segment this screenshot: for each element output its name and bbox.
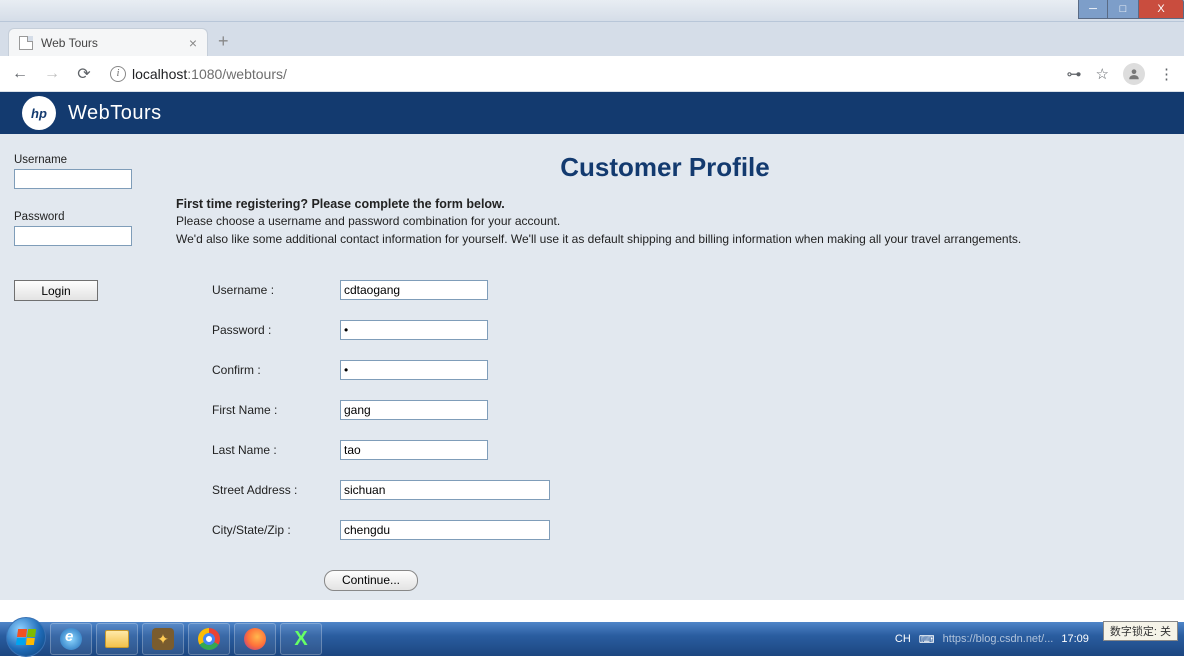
- taskbar-clock[interactable]: 17:09: [1061, 633, 1089, 645]
- confirm-label: Confirm :: [212, 363, 340, 377]
- bookmark-star-icon[interactable]: ☆: [1096, 65, 1109, 83]
- main-panel: Customer Profile First time registering?…: [170, 134, 1184, 600]
- username-input[interactable]: [340, 280, 488, 300]
- browser-toolbar: ← → ⟳ i localhost:1080/webtours/ ⊶ ☆ ⋮: [0, 56, 1184, 92]
- sidebar-username-label: Username: [14, 154, 158, 166]
- browser-tabstrip: Web Tours × +: [0, 22, 1184, 56]
- page-title: Customer Profile: [176, 152, 1154, 183]
- windows-logo-icon: [16, 629, 36, 645]
- sidebar-username-input[interactable]: [14, 169, 132, 189]
- brand-header: hp WebTours: [0, 92, 1184, 134]
- browser-menu-icon[interactable]: ⋮: [1159, 65, 1174, 83]
- windows-taskbar: ✦ X CH ⌨ https://blog.csdn.net/... 17:09…: [0, 622, 1184, 656]
- site-info-icon[interactable]: i: [110, 66, 126, 82]
- page-icon: [19, 36, 33, 50]
- street-label: Street Address :: [212, 483, 340, 497]
- city-input[interactable]: [340, 520, 550, 540]
- taskbar-firefox-icon[interactable]: [234, 623, 276, 655]
- continue-button[interactable]: Continue...: [324, 570, 418, 591]
- profile-avatar-icon[interactable]: [1123, 63, 1145, 85]
- page-body: hp WebTours Username Password Login Cust…: [0, 92, 1184, 600]
- language-indicator[interactable]: CH: [895, 633, 911, 645]
- sidebar-password-label: Password: [14, 211, 158, 223]
- new-tab-button[interactable]: +: [208, 31, 239, 56]
- nav-back-button[interactable]: ←: [10, 65, 30, 83]
- window-close-button[interactable]: X: [1138, 0, 1184, 19]
- city-label: City/State/Zip :: [212, 523, 340, 537]
- browser-tab[interactable]: Web Tours ×: [8, 28, 208, 56]
- lastname-input[interactable]: [340, 440, 488, 460]
- tab-close-icon[interactable]: ×: [189, 35, 197, 51]
- profile-form: Username : Password : Confirm : First Na…: [176, 270, 1154, 591]
- username-label: Username :: [212, 283, 340, 297]
- confirm-password-input[interactable]: [340, 360, 488, 380]
- window-titlebar: ─ □ X: [0, 0, 1184, 22]
- firstname-input[interactable]: [340, 400, 488, 420]
- taskbar-explorer-icon[interactable]: [96, 623, 138, 655]
- login-button[interactable]: Login: [14, 280, 98, 301]
- url-path: :1080/webtours/: [187, 66, 287, 82]
- window-maximize-button[interactable]: □: [1108, 0, 1138, 19]
- system-tray: CH ⌨ https://blog.csdn.net/... 17:09 数字锁…: [895, 629, 1178, 649]
- brand-title: WebTours: [68, 102, 162, 125]
- password-input[interactable]: [340, 320, 488, 340]
- key-icon[interactable]: ⊶: [1067, 65, 1082, 83]
- street-input[interactable]: [340, 480, 550, 500]
- url-host: localhost: [132, 66, 187, 82]
- intro-text: First time registering? Please complete …: [176, 195, 1154, 248]
- lastname-label: Last Name :: [212, 443, 340, 457]
- window-minimize-button[interactable]: ─: [1078, 0, 1108, 19]
- firstname-label: First Name :: [212, 403, 340, 417]
- tray-keyboard-icon[interactable]: ⌨: [919, 633, 935, 646]
- start-button[interactable]: [6, 617, 46, 657]
- watermark-text: https://blog.csdn.net/...: [943, 633, 1054, 645]
- login-sidebar: Username Password Login: [0, 134, 170, 600]
- sidebar-password-input[interactable]: [14, 226, 132, 246]
- taskbar-xshell-icon[interactable]: X: [280, 623, 322, 655]
- taskbar-chrome-icon[interactable]: [188, 623, 230, 655]
- numlock-indicator: 数字锁定: 关: [1103, 621, 1178, 641]
- taskbar-ie-icon[interactable]: [50, 623, 92, 655]
- nav-reload-button[interactable]: ⟳: [74, 64, 94, 84]
- password-label: Password :: [212, 323, 340, 337]
- address-bar[interactable]: i localhost:1080/webtours/: [106, 66, 1055, 82]
- hp-logo-icon: hp: [22, 96, 56, 130]
- taskbar-app-icon[interactable]: ✦: [142, 623, 184, 655]
- nav-forward-button[interactable]: →: [42, 65, 62, 83]
- tab-title: Web Tours: [41, 36, 98, 50]
